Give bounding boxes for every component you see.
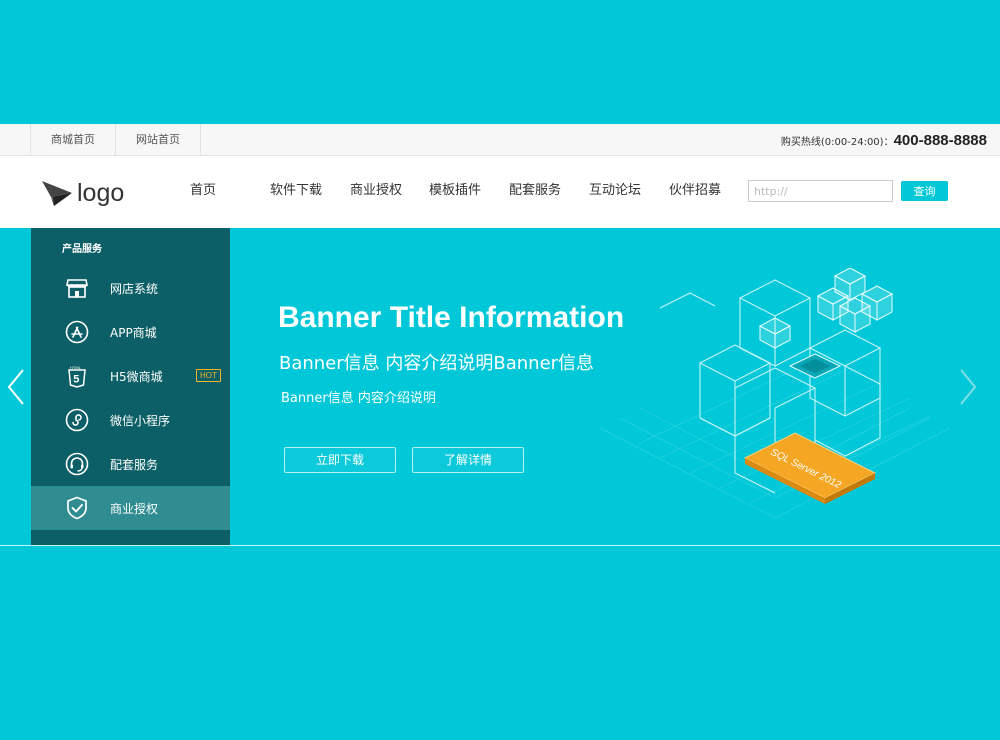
sidebar-item-label: 商业授权 (110, 502, 159, 516)
search-input[interactable] (748, 180, 893, 202)
sidebar-item-label: 网店系统 (110, 282, 159, 296)
sidebar-item-label: APP商城 (110, 326, 157, 340)
hotline-label: 购买热线(0:00-24:00)： (780, 137, 894, 148)
sidebar-item-label: H5微商城 (110, 370, 163, 384)
nav-forum[interactable]: 互动论坛 (589, 182, 641, 200)
nav-templates-plugins[interactable]: 模板插件 (429, 182, 481, 200)
nav-support-services[interactable]: 配套服务 (509, 182, 561, 200)
sidebar-item-mini-program[interactable]: 微信小程序 (31, 398, 230, 442)
nav-home[interactable]: 首页 (190, 182, 216, 200)
sidebar-item-label: 配套服务 (110, 458, 159, 472)
hotline-number: 400-888-8888 (893, 132, 987, 149)
header: logo 首页 软件下载 商业授权 模板插件 配套服务 互动论坛 伙伴招募 查询 (0, 156, 1000, 228)
paper-plane-icon (42, 181, 72, 206)
chevron-right-icon[interactable] (958, 368, 978, 406)
sidebar-item-label: 微信小程序 (110, 414, 171, 428)
product-sidebar: 产品服务 网店系统 APP商城 HTML 5 H5微商城 HOT 微信小程序 配… (31, 228, 230, 545)
nav-partner-recruit[interactable]: 伙伴招募 (669, 182, 721, 200)
logo[interactable]: logo (41, 178, 124, 208)
site-home-link[interactable]: 网站首页 (115, 124, 201, 156)
nav-software-download[interactable]: 软件下载 (270, 182, 322, 200)
download-now-button[interactable]: 立即下载 (284, 447, 396, 473)
hotline: 购买热线(0:00-24:00)：400-888-8888 (781, 124, 987, 156)
top-utility-bar: 商城首页 网站首页 购买热线(0:00-24:00)：400-888-8888 (0, 124, 1000, 156)
sidebar-item-support-services[interactable]: 配套服务 (31, 442, 230, 486)
mall-home-link[interactable]: 商城首页 (30, 124, 115, 156)
banner-subtitle: Banner信息 内容介绍说明Banner信息 (279, 353, 595, 374)
html5-icon: HTML 5 (65, 364, 89, 388)
logo-text: logo (77, 179, 125, 207)
app-store-icon (65, 320, 89, 344)
banner-title: Banner Title Information (278, 301, 625, 334)
hero-banner: 产品服务 网店系统 APP商城 HTML 5 H5微商城 HOT 微信小程序 配… (0, 228, 1000, 546)
hot-badge: HOT (196, 369, 221, 382)
search-button[interactable]: 查询 (901, 181, 948, 201)
chevron-left-icon[interactable] (6, 368, 26, 406)
banner-description: Banner信息 内容介绍说明 (281, 391, 436, 406)
svg-text:5: 5 (73, 374, 79, 386)
sidebar-item-commercial-license[interactable]: 商业授权 (31, 486, 230, 530)
sidebar-heading: 产品服务 (62, 244, 102, 255)
learn-more-button[interactable]: 了解详情 (412, 447, 524, 473)
sidebar-item-h5-mall[interactable]: HTML 5 H5微商城 HOT (31, 354, 230, 398)
sidebar-item-shop-system[interactable]: 网店系统 (31, 266, 230, 310)
shop-icon (65, 276, 89, 300)
top-links: 商城首页 网站首页 (30, 124, 201, 156)
nav-commercial-license[interactable]: 商业授权 (350, 182, 402, 200)
isometric-cubes-illustration: SQL Server 2012 (600, 268, 950, 519)
shield-check-icon (65, 496, 89, 520)
sidebar-item-app-mall[interactable]: APP商城 (31, 310, 230, 354)
headset-icon (65, 452, 89, 476)
mini-program-icon (65, 408, 89, 432)
